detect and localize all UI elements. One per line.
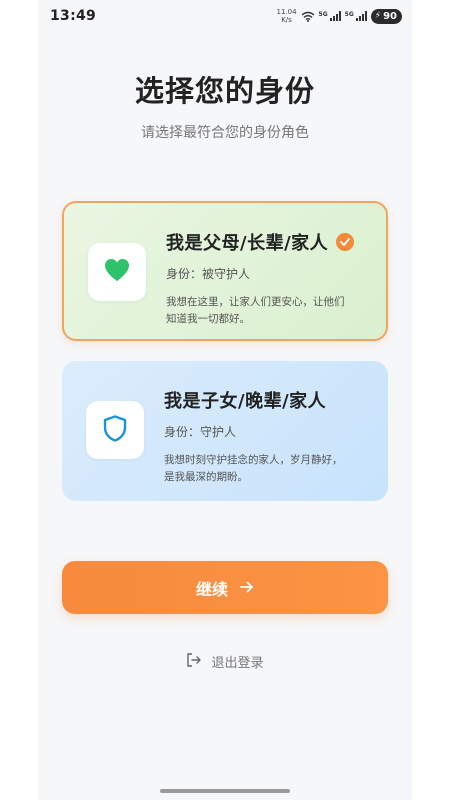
card-description: 我想在这里，让家人们更安心，让他们 知道我一切都好。 [166,294,366,328]
card-description-line: 是我最深的期盼。 [164,471,248,483]
battery-level: 90 [383,10,397,22]
card-title: 我是父母/长辈/家人 [166,233,329,254]
card-role: 身份：被守护人 [166,267,251,281]
continue-button[interactable]: 继续 [62,561,388,614]
charging-bolt-icon: ⚡ [374,11,382,21]
page-title: 选择您的身份 [134,74,315,108]
network-speed-unit: K/s [281,16,292,24]
sim2-label: 5G [344,11,354,18]
logout-icon [186,652,202,671]
card-icon-box [88,243,146,301]
home-indicator[interactable] [160,789,290,793]
status-time: 13:49 [50,8,97,24]
side-panel-left [0,0,38,800]
card-title-row: 我是父母/长辈/家人 [166,229,366,255]
card-body: 我是父母/长辈/家人 身份：被守护人 我想在这里，让家人们更安心，让他们 知道我… [166,229,366,328]
card-description-line: 知道我一切都好。 [166,313,250,325]
side-panel-right [412,0,450,800]
check-icon [336,233,355,251]
signal-sim1: 5G [319,11,341,21]
network-speed: 11.04 K/s [276,8,296,24]
status-icons: 11.04 K/s 5G 5G ⚡ 90 [276,7,402,26]
card-title-row: 我是子女/晚辈/家人 [164,387,368,413]
card-description-line: 我想时刻守护挂念的家人，岁月静好， [164,454,343,466]
card-title: 我是子女/晚辈/家人 [164,391,327,412]
identity-card-child[interactable]: 我是子女/晚辈/家人 身份：守护人 我想时刻守护挂念的家人，岁月静好， 是我最深… [62,361,388,501]
identity-card-parent[interactable]: 我是父母/长辈/家人 身份：被守护人 我想在这里，让家人们更安心，让他们 知道我… [62,201,388,341]
shield-icon [103,414,127,446]
card-description-line: 我想在这里，让家人们更安心，让他们 [166,296,345,308]
card-icon-box [86,401,144,459]
card-role: 身份：守护人 [164,425,237,439]
continue-button-label: 继续 [195,579,228,599]
signal-sim2: 5G [345,11,367,21]
card-description: 我想时刻守护挂念的家人，岁月静好， 是我最深的期盼。 [164,452,368,486]
arrow-right-icon [240,578,254,597]
signal-icon [329,11,341,21]
page-subtitle: 请选择最符合您的身份角色 [141,125,309,141]
network-speed-value: 11.04 [276,8,297,16]
logout-link[interactable]: 退出登录 [0,652,450,671]
sim1-label: 5G [318,11,328,18]
signal-icon [355,11,367,21]
card-body: 我是子女/晚辈/家人 身份：守护人 我想时刻守护挂念的家人，岁月静好， 是我最深… [164,387,368,486]
battery-indicator: ⚡ 90 [370,8,402,24]
status-bar: 13:49 11.04 K/s 5G 5G ⚡ 90 [0,0,450,32]
logout-label: 退出登录 [211,656,264,671]
heart-icon [104,258,130,286]
wifi-icon [301,7,315,26]
